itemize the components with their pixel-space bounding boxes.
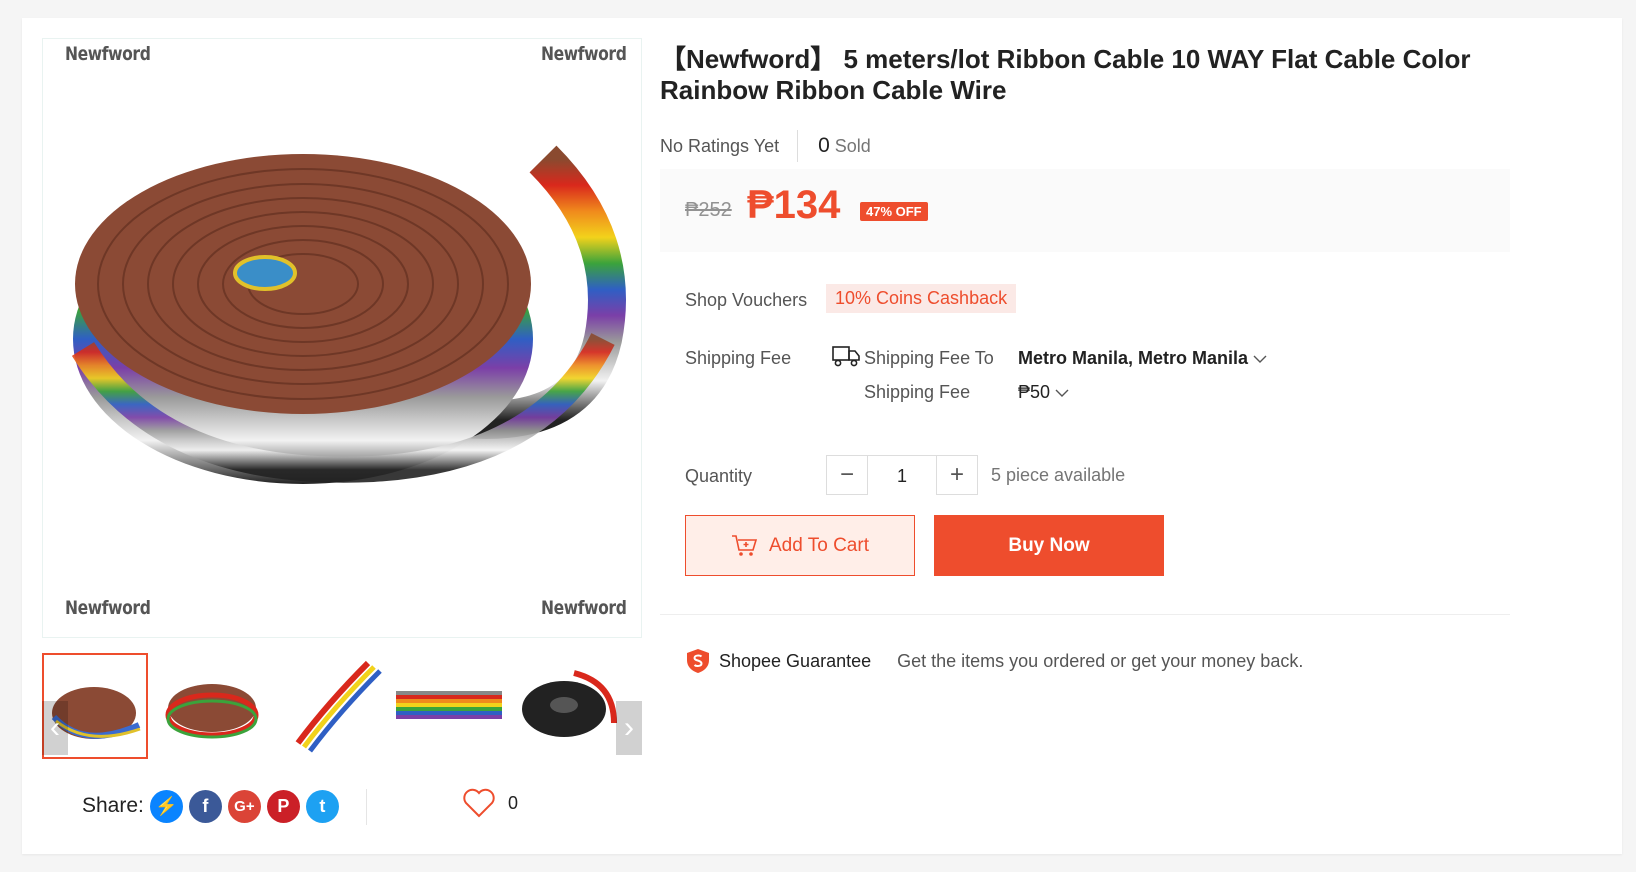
quantity-increase-button[interactable]: +	[936, 456, 977, 494]
buy-now-button[interactable]: Buy Now	[934, 515, 1164, 576]
thumbnail-next-button[interactable]: ›	[616, 701, 642, 755]
buy-now-label: Buy Now	[1008, 534, 1090, 556]
shipping-to-label: Shipping Fee To	[864, 348, 994, 368]
quantity-input[interactable]	[868, 456, 936, 496]
original-price: ₱252	[685, 199, 732, 221]
current-price: ₱134	[747, 183, 841, 227]
shipping-label: Shipping Fee	[685, 348, 792, 368]
shield-icon	[687, 649, 709, 673]
twitter-icon[interactable]: t	[305, 789, 339, 823]
like-button[interactable]: 0	[462, 788, 518, 818]
voucher-tag[interactable]: 10% Coins Cashback	[826, 284, 1017, 313]
chevron-down-icon	[1055, 389, 1069, 397]
share-row: Share: ⚡ f G+ P t	[82, 786, 345, 826]
watermark-bottom-right: Newfword	[541, 597, 627, 619]
sold-info: 0 Sold	[818, 134, 871, 158]
guarantee-title: Shopee Guarantee	[719, 650, 872, 671]
sold-count: 0	[818, 134, 830, 157]
share-divider	[366, 789, 367, 825]
shipping-destination-select[interactable]: Metro Manila, Metro Manila	[1018, 348, 1267, 369]
thumbnail-3[interactable]	[278, 653, 384, 759]
thumbnail-prev-button[interactable]: ‹	[42, 701, 68, 755]
truck-icon	[832, 346, 860, 367]
section-divider	[660, 614, 1510, 615]
shipping-fee-label: Shipping Fee	[864, 382, 971, 402]
shipping-destination-value: Metro Manila, Metro Manila	[1018, 348, 1249, 368]
heart-icon	[463, 788, 495, 818]
product-card: Newfword Newfword Newfword Newfword ‹ › …	[22, 18, 1622, 854]
sold-label: Sold	[834, 136, 871, 156]
discount-badge: 47% OFF	[860, 202, 928, 221]
add-to-cart-label: Add To Cart	[769, 534, 869, 556]
guarantee-row: Shopee Guarantee Get the items you order…	[685, 648, 1303, 674]
price-box: ₱252 ₱134 47% OFF	[660, 169, 1510, 252]
shipping-fee-value: ₱50	[1018, 382, 1051, 402]
guarantee-text: Get the items you ordered or get your mo…	[897, 650, 1304, 671]
cart-icon	[732, 534, 757, 556]
messenger-icon[interactable]: ⚡	[149, 789, 183, 823]
chevron-down-icon	[1253, 355, 1267, 363]
product-title: 【Newfword】 5 meters/lot Ribbon Cable 10 …	[660, 44, 1471, 105]
facebook-icon[interactable]: f	[188, 789, 222, 823]
stock-available: 5 piece available	[991, 465, 1126, 485]
like-count: 0	[508, 792, 519, 813]
add-to-cart-button[interactable]: Add To Cart	[685, 515, 915, 576]
thumbnail-4[interactable]	[396, 653, 502, 759]
watermark-bottom-left: Newfword	[65, 597, 151, 619]
watermark-top-left: Newfword	[65, 43, 151, 65]
ratings-text: No Ratings Yet	[660, 130, 799, 162]
quantity-stepper: − +	[826, 455, 978, 496]
ribbon-cable-image	[71, 145, 626, 484]
thumbnail-strip	[42, 653, 642, 761]
pinterest-icon[interactable]: P	[266, 789, 300, 823]
thumbnail-2[interactable]	[160, 653, 266, 759]
google-plus-icon[interactable]: G+	[227, 789, 261, 823]
shipping-fee-select[interactable]: ₱50	[1018, 382, 1069, 403]
quantity-decrease-button[interactable]: −	[827, 456, 868, 494]
ratings-row: No Ratings Yet 0 Sold	[660, 126, 871, 166]
quantity-label: Quantity	[685, 466, 753, 486]
watermark-top-right: Newfword	[541, 43, 627, 65]
main-product-image[interactable]: Newfword Newfword Newfword Newfword	[42, 38, 642, 638]
share-label: Share:	[82, 794, 144, 817]
thumbnail-5[interactable]	[514, 653, 620, 759]
vouchers-label: Shop Vouchers	[685, 290, 808, 310]
